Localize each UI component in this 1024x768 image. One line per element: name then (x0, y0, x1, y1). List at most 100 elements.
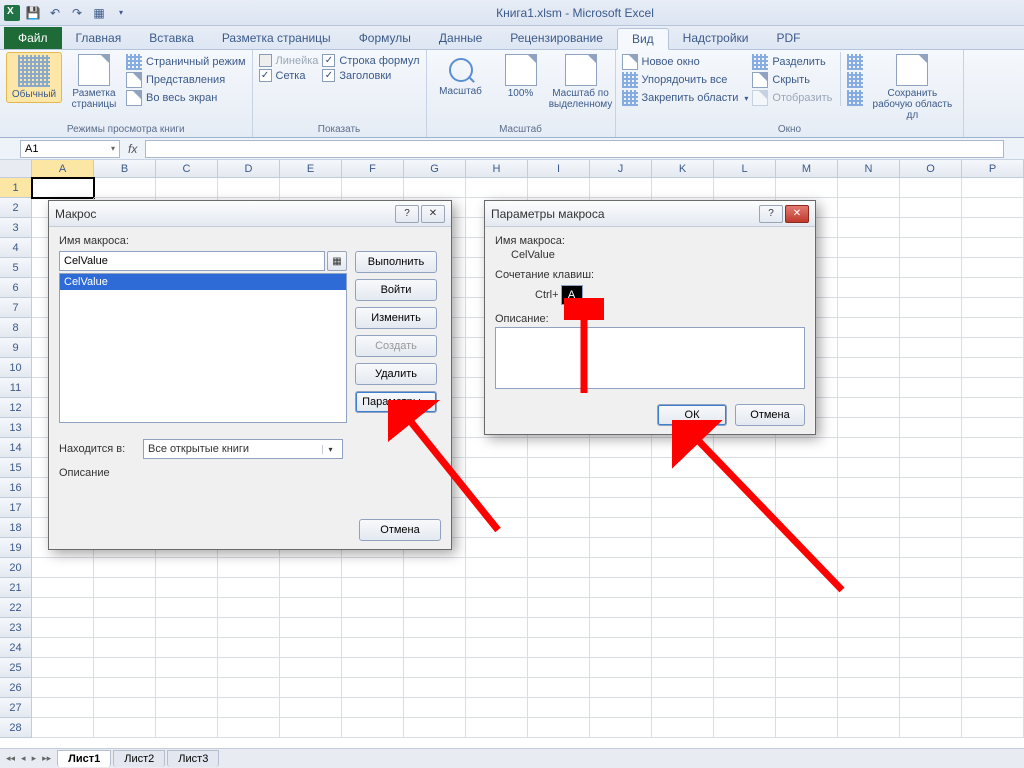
cell[interactable] (342, 698, 404, 718)
cell[interactable] (528, 578, 590, 598)
zoom-100-button[interactable]: 100% (493, 52, 549, 101)
cell[interactable] (590, 618, 652, 638)
close-button[interactable]: ✕ (785, 205, 809, 223)
cell[interactable] (962, 698, 1024, 718)
cell[interactable] (156, 718, 218, 738)
cell[interactable] (404, 638, 466, 658)
cell[interactable] (838, 418, 900, 438)
cell[interactable] (652, 558, 714, 578)
row-header[interactable]: 26 (0, 678, 32, 698)
row-header[interactable]: 4 (0, 238, 32, 258)
column-header[interactable]: E (280, 160, 342, 178)
tab-addins[interactable]: Надстройки (669, 27, 763, 49)
cell[interactable] (900, 638, 962, 658)
cell[interactable] (466, 658, 528, 678)
cell[interactable] (714, 498, 776, 518)
freeze-panes[interactable]: Закрепить области▾ (622, 90, 749, 106)
cell[interactable] (838, 218, 900, 238)
macro-list-item[interactable]: CelValue (60, 274, 346, 290)
cell[interactable] (32, 698, 94, 718)
cell[interactable] (32, 598, 94, 618)
cell[interactable] (776, 678, 838, 698)
row-header[interactable]: 12 (0, 398, 32, 418)
tab-home[interactable]: Главная (62, 27, 136, 49)
column-header[interactable]: B (94, 160, 156, 178)
tab-review[interactable]: Рецензирование (496, 27, 617, 49)
cell[interactable] (776, 718, 838, 738)
cell[interactable] (590, 518, 652, 538)
cell[interactable] (466, 178, 528, 198)
cell[interactable] (590, 178, 652, 198)
cell[interactable] (962, 358, 1024, 378)
window-icon-2[interactable] (847, 72, 863, 88)
column-header[interactable]: H (466, 160, 528, 178)
cell[interactable] (94, 698, 156, 718)
cell[interactable] (652, 578, 714, 598)
cell[interactable] (776, 518, 838, 538)
cell[interactable] (962, 598, 1024, 618)
cell[interactable] (94, 558, 156, 578)
cell[interactable] (714, 718, 776, 738)
cell[interactable] (962, 658, 1024, 678)
cell[interactable] (900, 538, 962, 558)
cell[interactable] (838, 238, 900, 258)
cell[interactable] (962, 278, 1024, 298)
cell[interactable] (652, 678, 714, 698)
row-header[interactable]: 20 (0, 558, 32, 578)
cell[interactable] (900, 518, 962, 538)
cell[interactable] (590, 578, 652, 598)
cell[interactable] (32, 638, 94, 658)
cell[interactable] (590, 718, 652, 738)
cell[interactable] (900, 418, 962, 438)
qat-dropdown-icon[interactable]: ▾ (112, 4, 130, 22)
cell[interactable] (466, 438, 528, 458)
cell[interactable] (652, 458, 714, 478)
cell[interactable] (838, 198, 900, 218)
cell[interactable] (714, 578, 776, 598)
cell[interactable] (962, 458, 1024, 478)
cell[interactable] (962, 378, 1024, 398)
cell[interactable] (962, 438, 1024, 458)
tab-file[interactable]: Файл (4, 27, 62, 49)
gridlines-checkbox[interactable]: Сетка (259, 69, 319, 82)
cell[interactable] (528, 678, 590, 698)
column-header[interactable]: C (156, 160, 218, 178)
cell[interactable] (652, 438, 714, 458)
cell[interactable] (838, 518, 900, 538)
cell[interactable] (962, 258, 1024, 278)
cell[interactable] (590, 698, 652, 718)
cell[interactable] (466, 538, 528, 558)
row-header[interactable]: 9 (0, 338, 32, 358)
cell[interactable] (838, 598, 900, 618)
cell[interactable] (838, 398, 900, 418)
cell[interactable] (714, 478, 776, 498)
cell[interactable] (156, 658, 218, 678)
cell[interactable] (652, 698, 714, 718)
edit-button[interactable]: Изменить (355, 307, 437, 329)
cell[interactable] (528, 558, 590, 578)
cell[interactable] (900, 298, 962, 318)
cell[interactable] (838, 558, 900, 578)
cell[interactable] (838, 358, 900, 378)
row-header[interactable]: 25 (0, 658, 32, 678)
cell[interactable] (962, 718, 1024, 738)
cell[interactable] (218, 598, 280, 618)
cell[interactable] (404, 678, 466, 698)
cell[interactable] (94, 638, 156, 658)
cell[interactable] (838, 298, 900, 318)
cell[interactable] (652, 178, 714, 198)
cell[interactable] (962, 418, 1024, 438)
run-button[interactable]: Выполнить (355, 251, 437, 273)
cell[interactable] (156, 618, 218, 638)
cell[interactable] (94, 678, 156, 698)
column-header[interactable]: K (652, 160, 714, 178)
cell[interactable] (838, 338, 900, 358)
cell[interactable] (590, 438, 652, 458)
cell[interactable] (32, 618, 94, 638)
cell[interactable] (962, 298, 1024, 318)
cell[interactable] (466, 458, 528, 478)
cell[interactable] (838, 658, 900, 678)
delete-button[interactable]: Удалить (355, 363, 437, 385)
ok-button[interactable]: ОК (657, 404, 727, 426)
column-header[interactable]: A (32, 160, 94, 178)
